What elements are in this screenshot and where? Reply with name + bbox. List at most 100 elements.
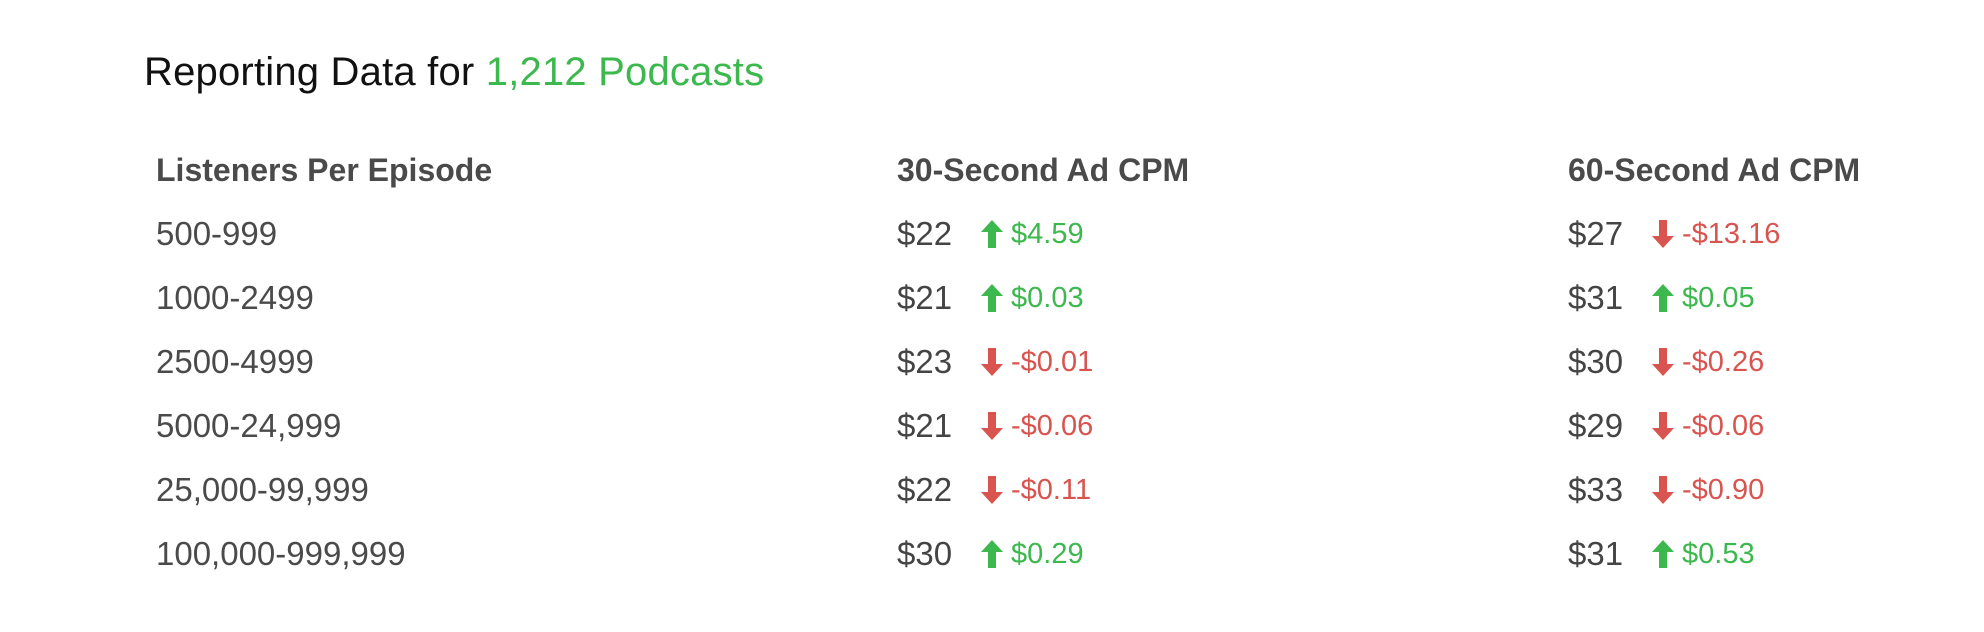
cpm-30-change: $4.59 — [981, 218, 1084, 251]
cpm-60-change: -$0.26 — [1652, 346, 1764, 379]
cpm-60-cell: $29 -$0.06 — [1556, 394, 1864, 458]
cpm-30-price: $21 — [897, 279, 953, 316]
listeners-cell: 500-999 — [144, 202, 885, 266]
cpm-60-value: $31 $0.53 — [1568, 535, 1864, 573]
cpm-60-change-amount: -$0.26 — [1682, 345, 1765, 378]
arrow-up-icon — [981, 220, 1003, 248]
cpm-60-value: $30 -$0.26 — [1568, 343, 1864, 381]
cpm-30-cell: $21 -$0.06 — [885, 394, 1556, 458]
cpm-60-change: -$13.16 — [1652, 218, 1780, 251]
table-row: 500-999 $22 $4.59 $27 -$13.16 — [144, 202, 1864, 266]
cpm-table: Listeners Per Episode 30-Second Ad CPM 6… — [144, 138, 1864, 586]
cpm-30-value: $22 $4.59 — [897, 215, 1556, 253]
table-header: Listeners Per Episode 30-Second Ad CPM 6… — [144, 138, 1864, 202]
arrow-down-icon — [981, 476, 1003, 504]
cpm-30-cell: $22 -$0.11 — [885, 458, 1556, 522]
cpm-60-cell: $31 $0.53 — [1556, 522, 1864, 586]
header-listeners: Listeners Per Episode — [156, 151, 493, 188]
cpm-30-price: $22 — [897, 215, 953, 252]
listeners-cell: 1000-2499 — [144, 266, 885, 330]
cpm-30-price: $21 — [897, 407, 953, 444]
listeners-range: 500-999 — [156, 215, 278, 252]
cpm-60-value: $31 $0.05 — [1568, 279, 1864, 317]
cpm-60-cell: $27 -$13.16 — [1556, 202, 1864, 266]
arrow-down-icon — [981, 348, 1003, 376]
cpm-30-change-amount: $0.03 — [1011, 281, 1084, 314]
cpm-30-value: $22 -$0.11 — [897, 471, 1556, 509]
cpm-60-change-amount: -$0.90 — [1682, 473, 1765, 506]
listeners-cell: 25,000-99,999 — [144, 458, 885, 522]
cpm-60-price: $30 — [1568, 343, 1624, 380]
cpm-60-value: $29 -$0.06 — [1568, 407, 1864, 445]
cpm-60-cell: $33 -$0.90 — [1556, 458, 1864, 522]
cpm-60-change-amount: -$13.16 — [1682, 217, 1781, 250]
cpm-60-change: -$0.06 — [1652, 410, 1764, 443]
cpm-30-change-amount: $4.59 — [1011, 217, 1084, 250]
table-row: 5000-24,999 $21 -$0.06 $29 -$0.06 — [144, 394, 1864, 458]
table-row: 1000-2499 $21 $0.03 $31 $0.05 — [144, 266, 1864, 330]
table-body: 500-999 $22 $4.59 $27 -$13.16 1000-2499 … — [144, 202, 1864, 586]
cpm-60-value: $33 -$0.90 — [1568, 471, 1864, 509]
arrow-down-icon — [1652, 476, 1674, 504]
cpm-30-change: -$0.06 — [981, 410, 1093, 443]
cpm-30-change: $0.29 — [981, 538, 1084, 571]
cpm-60-change-amount: -$0.06 — [1682, 409, 1765, 442]
podcast-count: 1,212 Podcasts — [485, 50, 765, 94]
cpm-30-price: $23 — [897, 343, 953, 380]
listeners-cell: 100,000-999,999 — [144, 522, 885, 586]
page-title: Reporting Data for 1,212 Podcasts — [144, 48, 764, 96]
cpm-60-change: -$0.90 — [1652, 474, 1764, 507]
listeners-cell: 2500-4999 — [144, 330, 885, 394]
cpm-60-price: $27 — [1568, 215, 1624, 252]
arrow-down-icon — [1652, 220, 1674, 248]
cpm-30-value: $30 $0.29 — [897, 535, 1556, 573]
cpm-30-change-amount: $0.29 — [1011, 537, 1084, 570]
cpm-60-change-amount: $0.53 — [1682, 537, 1755, 570]
listeners-range: 5000-24,999 — [156, 407, 342, 444]
title-prefix: Reporting Data for — [144, 50, 486, 94]
arrow-down-icon — [1652, 348, 1674, 376]
cpm-30-price: $30 — [897, 535, 953, 572]
cpm-30-change-amount: -$0.06 — [1011, 409, 1094, 442]
listeners-range: 2500-4999 — [156, 343, 314, 380]
cpm-60-price: $33 — [1568, 471, 1624, 508]
cpm-60-price: $31 — [1568, 279, 1624, 316]
table-row: 2500-4999 $23 -$0.01 $30 -$0.26 — [144, 330, 1864, 394]
cpm-60-change-amount: $0.05 — [1682, 281, 1755, 314]
cpm-30-value: $21 -$0.06 — [897, 407, 1556, 445]
cpm-60-price: $29 — [1568, 407, 1624, 444]
cpm-30-cell: $21 $0.03 — [885, 266, 1556, 330]
arrow-down-icon — [981, 412, 1003, 440]
cpm-report: Reporting Data for 1,212 Podcasts Listen… — [0, 0, 1984, 632]
cpm-30-change: $0.03 — [981, 282, 1084, 315]
cpm-30-cell: $22 $4.59 — [885, 202, 1556, 266]
cpm-30-cell: $23 -$0.01 — [885, 330, 1556, 394]
cpm-60-price: $31 — [1568, 535, 1624, 572]
cpm-30-change: -$0.11 — [981, 474, 1091, 507]
arrow-up-icon — [1652, 284, 1674, 312]
cpm-60-change: $0.53 — [1652, 538, 1755, 571]
cpm-30-change: -$0.01 — [981, 346, 1093, 379]
listeners-range: 25,000-99,999 — [156, 471, 369, 508]
arrow-up-icon — [981, 540, 1003, 568]
cpm-30-price: $22 — [897, 471, 953, 508]
cpm-30-value: $23 -$0.01 — [897, 343, 1556, 381]
listeners-cell: 5000-24,999 — [144, 394, 885, 458]
arrow-down-icon — [1652, 412, 1674, 440]
arrow-up-icon — [1652, 540, 1674, 568]
cpm-30-value: $21 $0.03 — [897, 279, 1556, 317]
table-row: 25,000-99,999 $22 -$0.11 $33 -$0.90 — [144, 458, 1864, 522]
cpm-30-change-amount: -$0.11 — [1011, 473, 1092, 506]
arrow-up-icon — [981, 284, 1003, 312]
header-row: Listeners Per Episode 30-Second Ad CPM 6… — [144, 138, 1864, 202]
cpm-60-cell: $31 $0.05 — [1556, 266, 1864, 330]
header-cpm-30: 30-Second Ad CPM — [897, 151, 1190, 188]
header-cpm-60: 60-Second Ad CPM — [1568, 151, 1861, 188]
listeners-range: 1000-2499 — [156, 279, 314, 316]
listeners-range: 100,000-999,999 — [156, 535, 406, 572]
cpm-30-cell: $30 $0.29 — [885, 522, 1556, 586]
table-row: 100,000-999,999 $30 $0.29 $31 $0.53 — [144, 522, 1864, 586]
cpm-60-value: $27 -$13.16 — [1568, 215, 1864, 253]
cpm-60-change: $0.05 — [1652, 282, 1755, 315]
cpm-30-change-amount: -$0.01 — [1011, 345, 1094, 378]
